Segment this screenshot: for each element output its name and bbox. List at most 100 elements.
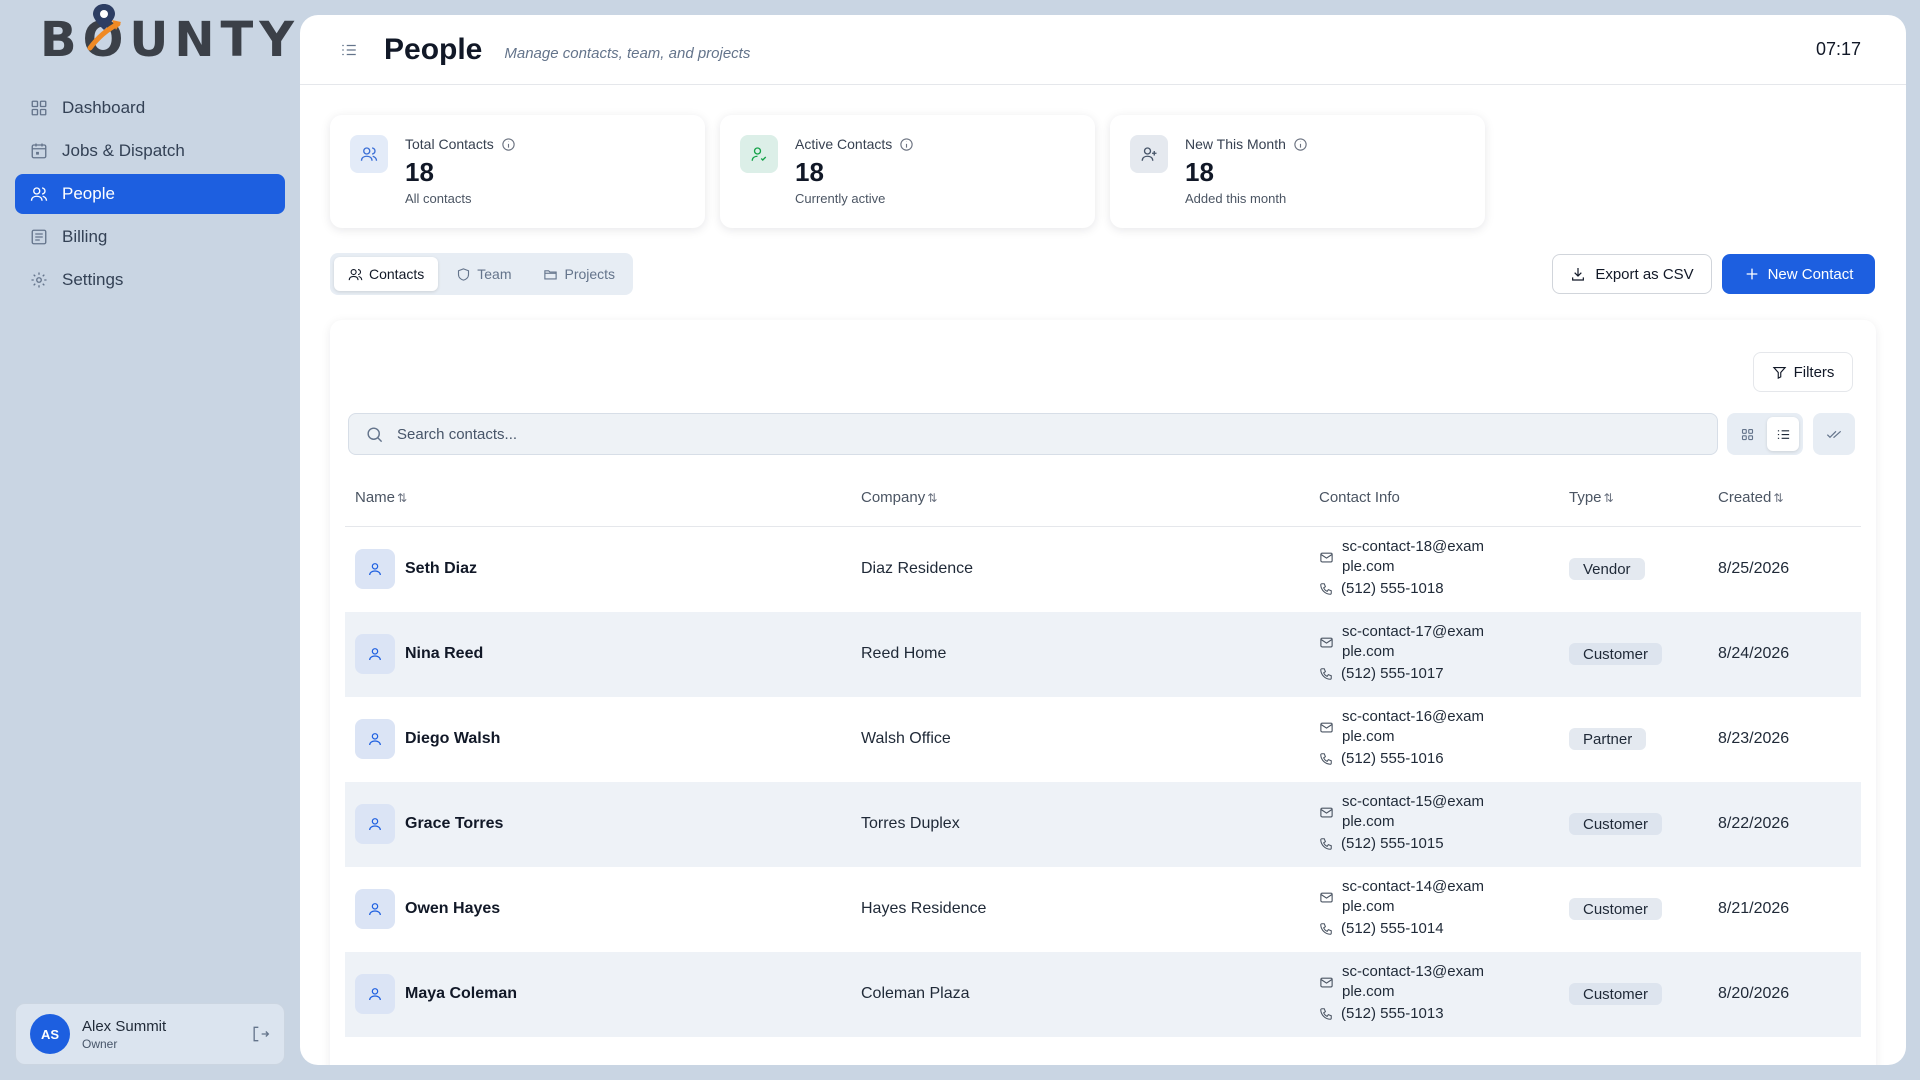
type-badge: Customer xyxy=(1569,643,1663,665)
gear-icon xyxy=(31,272,47,288)
user-icon xyxy=(355,974,395,1014)
user-icon xyxy=(355,549,395,589)
contact-name[interactable]: Seth Diaz xyxy=(405,560,477,578)
user-plus-icon xyxy=(1130,135,1168,173)
stats-row: Total Contacts 18 All contacts Active Co… xyxy=(330,115,1485,228)
contact-phone[interactable]: (512) 555-1015 xyxy=(1341,835,1444,852)
table-row[interactable]: Seth Diaz Diaz Residence sc-contact-18@e… xyxy=(345,527,1861,612)
stat-value: 18 xyxy=(405,157,434,187)
select-mode-button[interactable] xyxy=(1813,413,1855,455)
contact-phone[interactable]: (512) 555-1018 xyxy=(1341,580,1444,597)
contact-name[interactable]: Grace Torres xyxy=(405,815,503,833)
tab-projects[interactable]: Projects xyxy=(529,257,629,291)
user-icon xyxy=(355,634,395,674)
type-badge: Customer xyxy=(1569,813,1663,835)
type-badge: Partner xyxy=(1569,728,1647,750)
sidebar-item-jobs-dispatch[interactable]: Jobs & Dispatch xyxy=(15,131,285,171)
created-date: 8/24/2026 xyxy=(1718,645,1790,662)
contact-phone[interactable]: (512) 555-1013 xyxy=(1341,1005,1444,1022)
tab-label: Contacts xyxy=(369,266,425,282)
user-icon xyxy=(355,719,395,759)
sort-icon: ⇅ xyxy=(927,490,938,505)
contact-name[interactable]: Nina Reed xyxy=(405,645,483,663)
contact-phone[interactable]: (512) 555-1017 xyxy=(1341,665,1444,682)
avatar: AS xyxy=(30,1014,70,1054)
contact-email[interactable]: sc-contact-18@example.com xyxy=(1342,537,1492,577)
new-contact-button[interactable]: New Contact xyxy=(1722,254,1875,294)
contact-phone[interactable]: (512) 555-1016 xyxy=(1341,750,1444,767)
contact-email[interactable]: sc-contact-14@example.com xyxy=(1342,877,1492,917)
contact-name[interactable]: Maya Coleman xyxy=(405,985,517,1003)
tab-contacts[interactable]: Contacts xyxy=(334,257,439,291)
phone-icon xyxy=(1320,922,1332,935)
tab-team[interactable]: Team xyxy=(442,257,525,291)
contact-name[interactable]: Owen Hayes xyxy=(405,900,500,918)
users-icon xyxy=(348,268,363,280)
column-header-company[interactable]: Company ⇅ xyxy=(861,489,937,506)
created-date: 8/20/2026 xyxy=(1718,985,1790,1002)
column-label: Contact Info xyxy=(1319,489,1400,506)
menu-icon[interactable] xyxy=(340,41,358,59)
search-input[interactable] xyxy=(397,425,1697,443)
table-row[interactable]: Nina Reed Reed Home sc-contact-17@exampl… xyxy=(345,612,1861,697)
info-icon[interactable] xyxy=(1293,137,1308,152)
sidebar-item-label: Settings xyxy=(62,270,124,289)
sidebar-item-billing[interactable]: Billing xyxy=(15,217,285,257)
table-row[interactable]: Maya Coleman Coleman Plaza sc-contact-13… xyxy=(345,952,1861,1037)
shield-icon xyxy=(458,267,470,281)
users-icon xyxy=(350,135,388,173)
sidebar-item-settings[interactable]: Settings xyxy=(15,260,285,300)
view-toggle xyxy=(1727,413,1803,455)
column-header-created[interactable]: Created ⇅ xyxy=(1718,489,1783,506)
sidebar-item-dashboard[interactable]: Dashboard xyxy=(15,88,285,128)
people-tabs: Contacts Team Projects xyxy=(330,253,634,295)
page-title: People xyxy=(384,32,483,66)
column-label: Type xyxy=(1569,489,1602,506)
filters-button[interactable]: Filters xyxy=(1753,352,1853,392)
calendar-icon xyxy=(31,143,47,159)
contact-info: sc-contact-18@example.com (512) 555-1018 xyxy=(1319,537,1519,597)
contact-email[interactable]: sc-contact-13@example.com xyxy=(1342,962,1492,1002)
grid-view-button[interactable] xyxy=(1731,417,1763,451)
sidebar-item-people[interactable]: People xyxy=(15,174,285,214)
type-badge: Vendor xyxy=(1569,558,1645,580)
contact-email[interactable]: sc-contact-15@example.com xyxy=(1342,792,1492,832)
users-icon xyxy=(30,187,48,201)
stat-card-active-contacts: Active Contacts 18 Currently active xyxy=(720,115,1095,228)
logout-icon[interactable] xyxy=(250,1024,270,1044)
stat-caption: Currently active xyxy=(795,191,886,206)
contact-email[interactable]: sc-contact-17@example.com xyxy=(1342,622,1492,662)
contact-phone[interactable]: (512) 555-1014 xyxy=(1341,920,1444,937)
contact-company: Diaz Residence xyxy=(861,560,974,577)
contact-email[interactable]: sc-contact-16@example.com xyxy=(1342,707,1492,747)
mail-icon xyxy=(1320,807,1333,818)
table-header: Name ⇅ Company ⇅ Contact Info Type ⇅ Create… xyxy=(345,470,1861,527)
info-icon[interactable] xyxy=(899,137,914,152)
contact-name[interactable]: Diego Walsh xyxy=(405,730,500,748)
stat-value: 18 xyxy=(795,157,824,187)
contacts-panel: Filters Name⇅ Company⇅ xyxy=(330,320,1876,1065)
column-header-type[interactable]: Type ⇅ xyxy=(1569,489,1614,506)
type-badge: Customer xyxy=(1569,983,1663,1005)
search-bar xyxy=(348,413,1718,455)
grid-icon xyxy=(1741,428,1753,440)
table-row[interactable]: Diego Walsh Walsh Office sc-contact-16@e… xyxy=(345,697,1861,782)
folder-icon xyxy=(544,269,558,279)
tab-label: Team xyxy=(477,266,512,282)
column-header-name[interactable]: Name ⇅ xyxy=(355,489,407,506)
logo[interactable]: BOUNTY xyxy=(40,4,301,70)
map-pin-logo-icon xyxy=(87,4,121,51)
sidebar-nav: Dashboard Jobs & Dispatch People Billing… xyxy=(15,88,285,303)
stat-caption: All contacts xyxy=(405,191,472,206)
info-icon[interactable] xyxy=(501,137,516,152)
export-csv-button[interactable]: Export as CSV xyxy=(1552,254,1712,294)
new-contact-label: New Contact xyxy=(1767,265,1854,283)
logo-text: BOUNTY xyxy=(40,12,301,68)
stat-label: New This Month xyxy=(1185,136,1286,152)
table-row[interactable]: Owen Hayes Hayes Residence sc-contact-14… xyxy=(345,867,1861,952)
column-label: Company xyxy=(861,489,926,506)
double-check-icon xyxy=(1826,430,1842,439)
table-row[interactable]: Grace Torres Torres Duplex sc-contact-15… xyxy=(345,782,1861,867)
list-view-button[interactable] xyxy=(1767,417,1799,451)
sort-icon: ⇅ xyxy=(1603,490,1614,505)
